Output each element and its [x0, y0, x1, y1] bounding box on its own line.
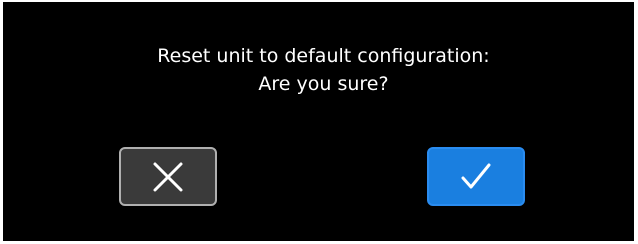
dialog-message: Reset unit to default configuration: Are… [3, 42, 638, 98]
confirm-button[interactable] [427, 147, 525, 206]
message-line-1: Reset unit to default configuration: [157, 45, 490, 67]
message-line-2: Are you sure? [258, 73, 389, 95]
confirmation-dialog: Reset unit to default configuration: Are… [3, 2, 634, 241]
checkmark-icon [461, 163, 491, 188]
cancel-button[interactable] [119, 147, 217, 206]
close-icon [153, 162, 183, 191]
